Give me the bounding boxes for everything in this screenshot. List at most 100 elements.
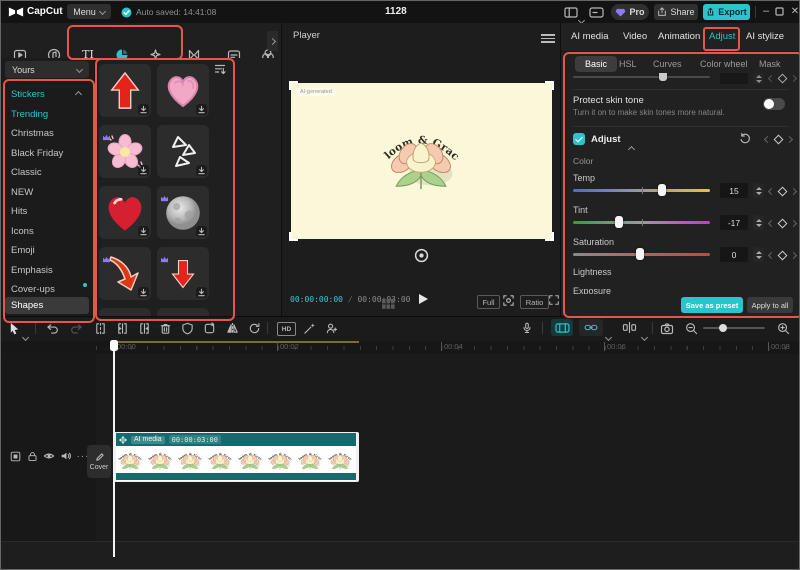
fullscreen-icon[interactable] (548, 294, 560, 306)
cover-button[interactable]: Cover (87, 445, 111, 478)
save-preset-button[interactable]: Save as preset (681, 297, 743, 313)
split-icon[interactable] (92, 320, 108, 336)
subtab-basic[interactable]: Basic (575, 56, 618, 72)
keyframe-diamond-icon[interactable] (773, 134, 784, 145)
sticker-tile[interactable] (157, 125, 209, 178)
lock-track-icon[interactable] (26, 450, 38, 462)
add-person-icon[interactable] (323, 320, 339, 336)
temp-stepper[interactable] (753, 183, 764, 198)
sidebar-item-classic[interactable]: Classic (5, 164, 89, 182)
mask-icon[interactable] (179, 320, 195, 336)
sidebar-item-shapes[interactable]: Shapes (5, 297, 89, 314)
sticker-tile[interactable] (157, 247, 209, 300)
record-voiceover-icon[interactable] (519, 320, 535, 336)
tint-value[interactable]: -17 (720, 215, 748, 230)
sidebar-item-christmas[interactable]: Christmas (5, 125, 89, 143)
menu-button[interactable]: Menu (67, 4, 111, 19)
download-icon[interactable] (138, 287, 149, 298)
subtab-color-wheel[interactable]: Color wheel (700, 59, 748, 69)
saturation-slider[interactable] (573, 248, 710, 260)
rotate-handle-icon[interactable] (413, 247, 429, 263)
focus-icon[interactable] (502, 294, 515, 307)
sticker-tile[interactable] (157, 186, 209, 239)
sidebar-item-emoji[interactable]: Emoji (5, 242, 89, 260)
adjust-checkbox[interactable] (573, 133, 585, 145)
download-icon[interactable] (138, 165, 149, 176)
rotate-icon[interactable] (246, 320, 262, 336)
playhead-handle[interactable] (110, 340, 118, 351)
sidebar-group-stickers[interactable]: Stickers (5, 85, 89, 103)
temp-value[interactable]: 15 (720, 183, 748, 198)
hd-icon[interactable]: HD (277, 322, 296, 336)
download-icon[interactable] (196, 104, 207, 115)
hide-track-icon[interactable] (43, 450, 55, 462)
close-button[interactable]: ✕ (789, 5, 799, 17)
subtab-curves[interactable]: Curves (653, 59, 682, 69)
download-icon[interactable] (138, 104, 149, 115)
corner-handle[interactable] (545, 232, 554, 241)
sticker-tile[interactable] (157, 308, 209, 316)
layout-icon[interactable] (564, 7, 578, 18)
tab-ai-stylize[interactable]: AI stylize (746, 31, 784, 42)
sidebar-item-icons[interactable]: Icons (5, 222, 89, 240)
tint-keyframe[interactable] (767, 218, 798, 229)
ratio-button[interactable]: Ratio (520, 295, 549, 309)
export-button[interactable]: Export (703, 4, 750, 20)
play-button[interactable] (419, 294, 428, 304)
sticker-tile[interactable] (99, 125, 151, 178)
tab-animation[interactable]: Animation (658, 31, 700, 42)
sticker-tile[interactable] (99, 308, 151, 316)
redo-icon[interactable] (68, 320, 84, 336)
preview-axis-icon[interactable] (617, 319, 641, 336)
temp-keyframe[interactable] (767, 186, 798, 197)
crop-icon[interactable] (201, 320, 217, 336)
toolbar-expand-chevron[interactable] (267, 31, 278, 51)
empty-track-lane[interactable] (1, 542, 799, 569)
mirror-icon[interactable] (224, 320, 240, 336)
subtab-mask[interactable]: Mask (759, 59, 781, 69)
collapse-chevron-icon[interactable] (627, 139, 636, 157)
snapshot-icon[interactable] (659, 320, 675, 336)
frame-view-icon[interactable] (382, 296, 395, 314)
timeline-clip[interactable]: AI media 00:00:03:00 (114, 432, 358, 482)
corner-handle[interactable] (289, 232, 298, 241)
split-left-icon[interactable] (114, 320, 130, 336)
corner-handle[interactable] (289, 81, 298, 90)
subtab-hsl[interactable]: HSL (619, 59, 637, 69)
temp-slider[interactable] (573, 184, 710, 196)
download-icon[interactable] (138, 226, 149, 237)
magic-wand-icon[interactable] (301, 320, 317, 336)
tab-video[interactable]: Video (623, 31, 647, 42)
minimize-button[interactable]: – (760, 5, 772, 17)
sidebar-item-black-friday[interactable]: Black Friday (5, 144, 89, 162)
apply-all-button[interactable]: Apply to all (747, 297, 793, 313)
reset-icon[interactable] (739, 132, 751, 144)
corner-handle[interactable] (545, 81, 554, 90)
timeline-zoom-slider[interactable] (703, 324, 765, 332)
source-select[interactable]: Yours (5, 61, 89, 78)
sticker-tile[interactable] (157, 64, 209, 117)
tint-stepper[interactable] (753, 215, 764, 230)
pro-badge[interactable]: Pro (611, 4, 649, 20)
sidebar-item-emphasis[interactable]: Emphasis (5, 261, 89, 279)
sidebar-item-trending[interactable]: Trending (5, 105, 89, 123)
saturation-stepper[interactable] (753, 247, 764, 262)
split-right-icon[interactable] (136, 320, 152, 336)
maximize-button[interactable] (775, 7, 784, 16)
clip-trim-handle-right[interactable] (356, 432, 359, 482)
saturation-keyframe[interactable] (767, 250, 798, 261)
download-icon[interactable] (196, 226, 207, 237)
prev-keyframe-icon[interactable] (763, 135, 772, 144)
mute-track-icon[interactable] (60, 450, 72, 462)
download-icon[interactable] (196, 287, 207, 298)
tab-ai-media[interactable]: AI media (571, 31, 609, 42)
auto-ripple-icon[interactable] (551, 319, 573, 336)
zoom-out-icon[interactable] (683, 320, 699, 336)
keyframe-controls[interactable] (763, 134, 794, 145)
download-icon[interactable] (196, 165, 207, 176)
select-tool-icon[interactable] (6, 320, 22, 336)
playhead-line[interactable] (113, 341, 115, 557)
saturation-value[interactable]: 0 (720, 247, 748, 262)
link-clips-icon[interactable] (579, 319, 603, 336)
next-keyframe-icon[interactable] (785, 135, 794, 144)
